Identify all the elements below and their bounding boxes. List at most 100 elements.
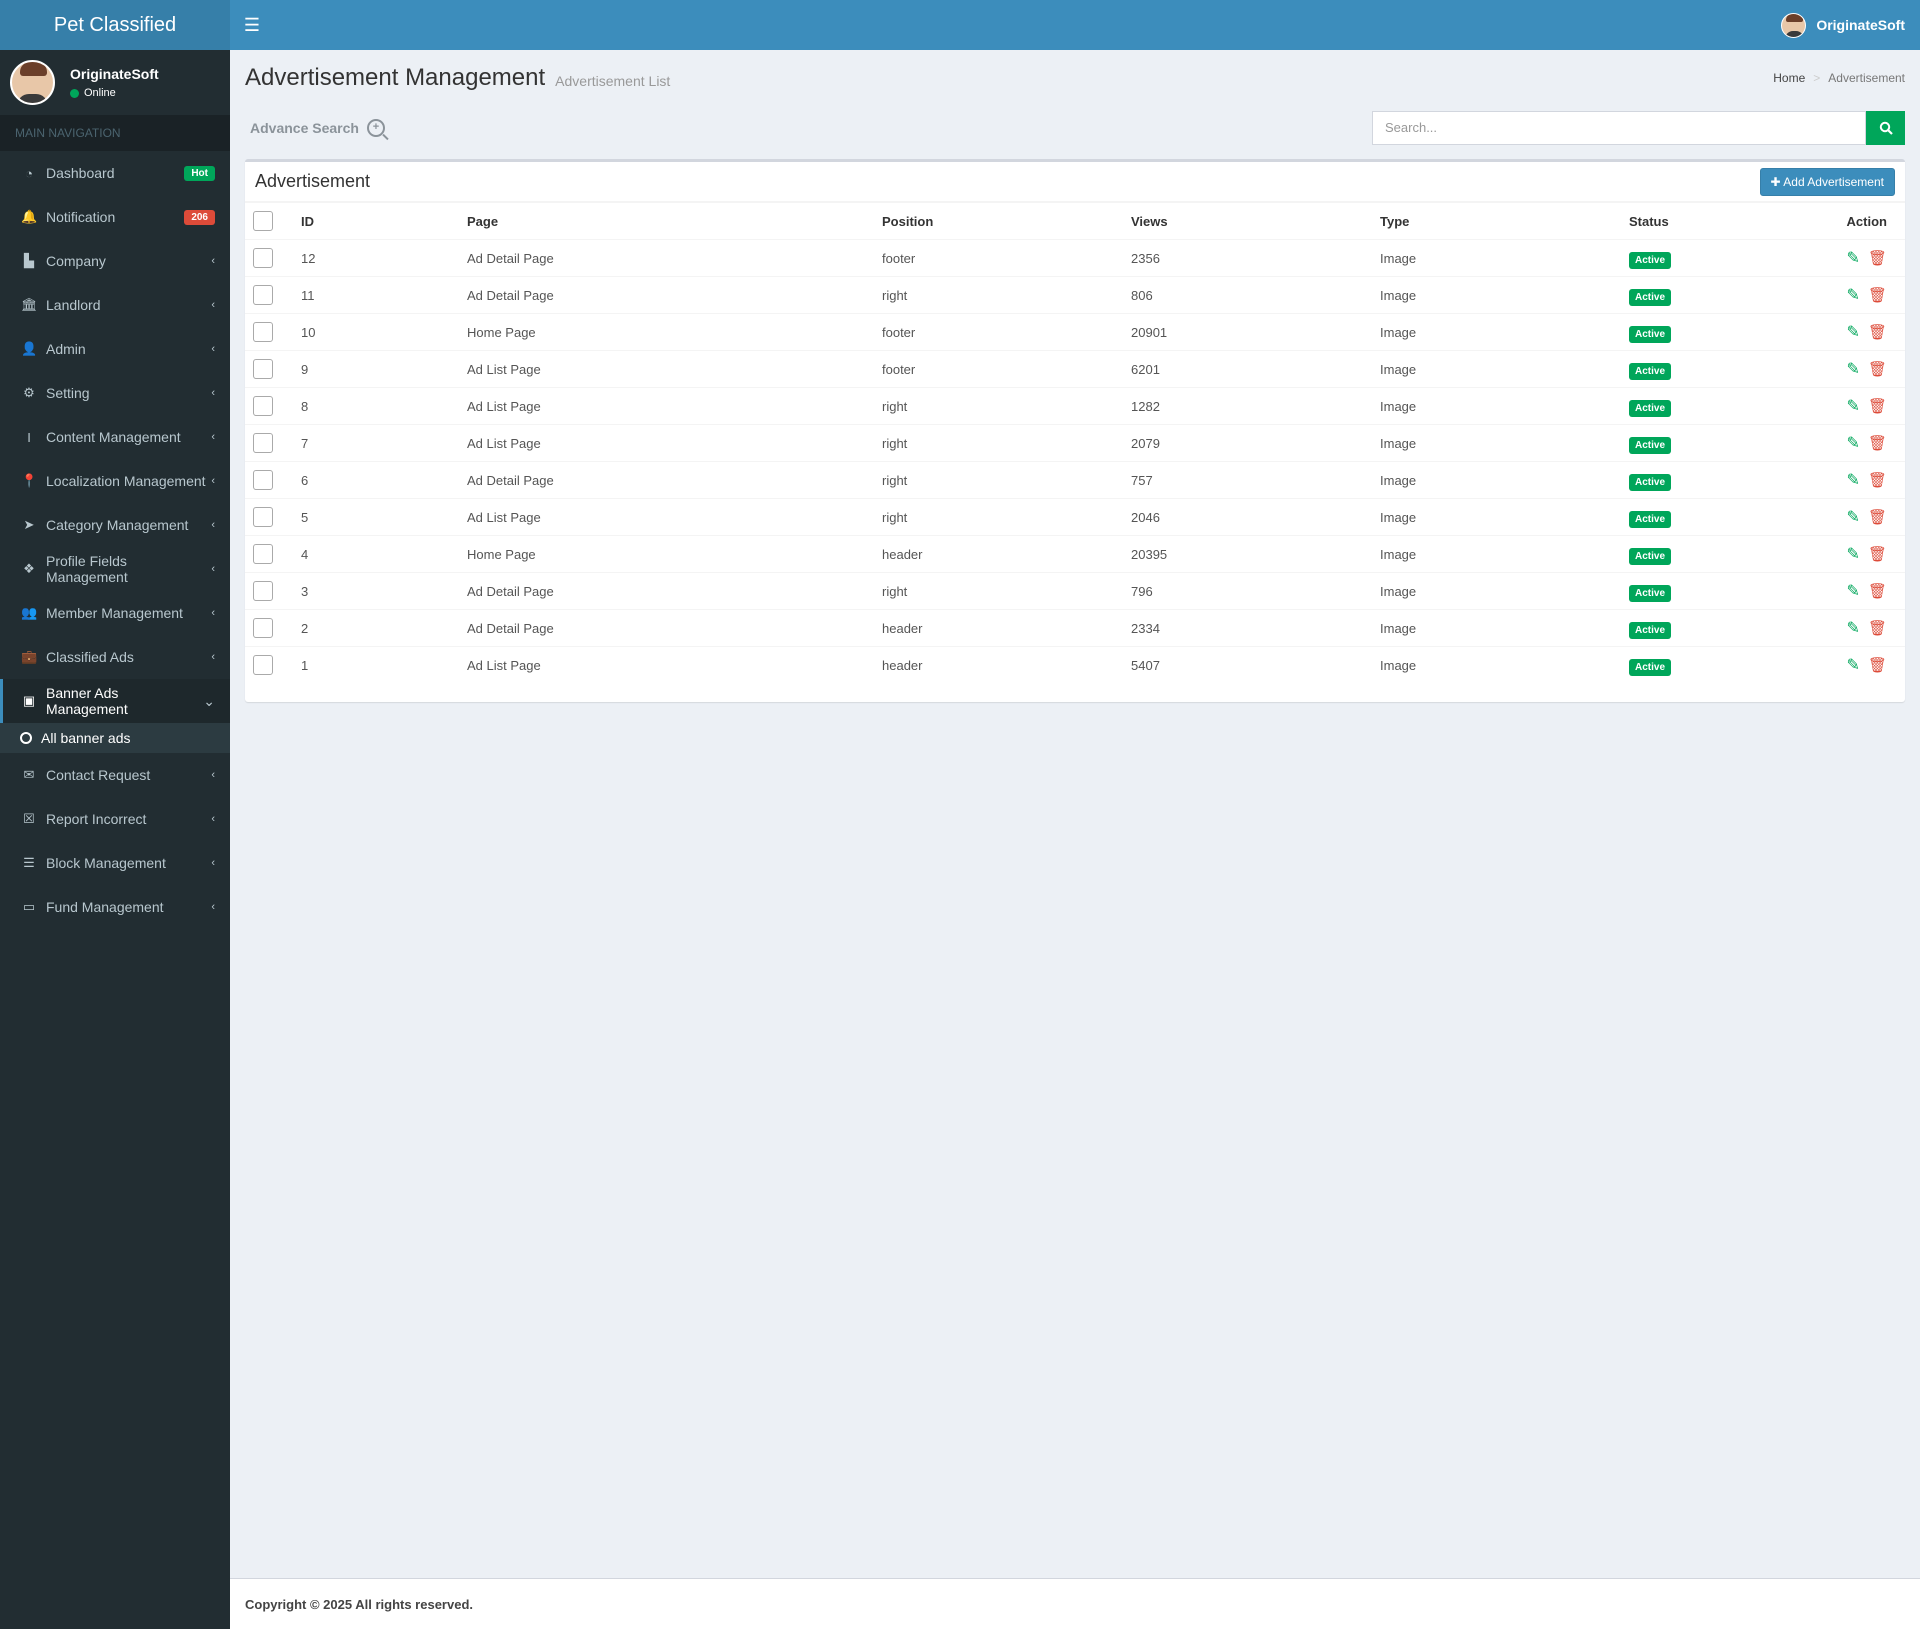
col-position[interactable]: Position — [874, 202, 1123, 240]
sidebar-item-company[interactable]: ▙ Company ‹ — [0, 239, 230, 283]
add-advertisement-button[interactable]: ✚ Add Advertisement — [1759, 167, 1895, 196]
row-select-cell — [245, 276, 293, 314]
cell-views: 796 — [1123, 572, 1372, 610]
edit-icon[interactable]: ✎ — [1847, 509, 1860, 526]
hamburger-icon[interactable]: ☰ — [230, 0, 274, 50]
trash-icon[interactable]: 🗑 — [1868, 583, 1887, 600]
envelope-icon: ✉ — [23, 767, 35, 782]
sidebar-item-notification[interactable]: 🔔 Notification 206 — [0, 195, 230, 239]
col-id[interactable]: ID — [293, 202, 459, 240]
cell-type: Image — [1372, 424, 1621, 462]
search-input[interactable] — [1372, 110, 1866, 145]
cursor-icon: I — [27, 429, 31, 445]
cell-position: right — [874, 461, 1123, 499]
sidebar-item-category-management[interactable]: ➤ Category Management ‹ — [0, 503, 230, 547]
edit-icon[interactable]: ✎ — [1847, 250, 1860, 267]
sidebar-item-profile-fields-management[interactable]: ❖ Profile Fields Management ‹ — [0, 547, 230, 591]
row-checkbox[interactable] — [253, 507, 273, 527]
trash-icon[interactable]: 🗑 — [1868, 435, 1887, 452]
sidebar-item-fund-management[interactable]: ▭ Fund Management ‹ — [0, 885, 230, 929]
row-checkbox[interactable] — [253, 396, 273, 416]
search-box — [1372, 110, 1905, 145]
col-page[interactable]: Page — [459, 202, 874, 240]
edit-icon[interactable]: ✎ — [1847, 324, 1860, 341]
sidebar-item-dashboard[interactable]: ◔ Dashboard Hot — [0, 151, 230, 195]
edit-icon[interactable]: ✎ — [1847, 287, 1860, 304]
row-checkbox[interactable] — [253, 544, 273, 564]
main-content: Advertisement Management Advertisement L… — [245, 50, 1905, 702]
trash-icon[interactable]: 🗑 — [1868, 509, 1887, 526]
chevron-left-icon: ‹ — [211, 387, 215, 399]
advance-search-toggle[interactable]: Advance Search + — [250, 118, 385, 137]
sidebar-item-landlord[interactable]: 🏛 Landlord ‹ — [0, 283, 230, 327]
edit-icon[interactable]: ✎ — [1847, 620, 1860, 637]
cell-position: footer — [874, 239, 1123, 277]
edit-icon[interactable]: ✎ — [1847, 583, 1860, 600]
user-menu[interactable]: OriginateSoft — [1781, 12, 1905, 38]
sidebar: OriginateSoft Online MAIN NAVIGATION ◔ Da… — [0, 50, 230, 1629]
sidebar-item-block-management[interactable]: ☰ Block Management ‹ — [0, 841, 230, 885]
trash-icon[interactable]: 🗑 — [1868, 398, 1887, 415]
select-all-checkbox[interactable] — [253, 211, 273, 231]
row-checkbox[interactable] — [253, 433, 273, 453]
sidebar-subitem-all-banner-ads[interactable]: All banner ads — [0, 723, 230, 753]
edit-icon[interactable]: ✎ — [1847, 361, 1860, 378]
trash-icon[interactable]: 🗑 — [1868, 472, 1887, 489]
edit-icon[interactable]: ✎ — [1847, 398, 1860, 415]
content-header: Advertisement Management Advertisement L… — [245, 50, 1905, 105]
chevron-left-icon: ‹ — [211, 901, 215, 913]
sidebar-item-label: Setting — [46, 385, 90, 401]
breadcrumb-home[interactable]: Home — [1773, 71, 1805, 85]
cell-action: ✎ 🗑 — [1753, 535, 1905, 573]
sidebar-item-member-management[interactable]: 👥 Member Management ‹ — [0, 591, 230, 635]
cell-id: 10 — [293, 313, 459, 351]
search-button[interactable] — [1866, 110, 1905, 145]
edit-icon[interactable]: ✎ — [1847, 472, 1860, 489]
cell-position: right — [874, 498, 1123, 536]
cell-page: Ad List Page — [459, 498, 874, 536]
sidebar-item-content-management[interactable]: I Content Management ‹ — [0, 415, 230, 459]
cell-views: 2046 — [1123, 498, 1372, 536]
trash-icon[interactable]: 🗑 — [1868, 324, 1887, 341]
trash-icon[interactable]: 🗑 — [1868, 250, 1887, 267]
row-select-cell — [245, 572, 293, 610]
status-badge: Online — [70, 87, 159, 99]
sidebar-item-contact-request[interactable]: ✉ Contact Request ‹ — [0, 753, 230, 797]
table-row: 12 Ad Detail Page footer 2356 Image Active ✎ 🗑 — [245, 239, 1905, 277]
row-checkbox[interactable] — [253, 248, 273, 268]
cell-position: right — [874, 424, 1123, 462]
avatar — [1781, 12, 1807, 38]
edit-icon[interactable]: ✎ — [1847, 435, 1860, 452]
sidebar-badge: 206 — [184, 209, 215, 225]
sidebar-item-report-incorrect[interactable]: ☒ Report Incorrect ‹ — [0, 797, 230, 841]
row-checkbox[interactable] — [253, 359, 273, 379]
sidebar-item-localization-management[interactable]: 📍 Localization Management ‹ — [0, 459, 230, 503]
row-select-cell — [245, 461, 293, 499]
trash-icon[interactable]: 🗑 — [1868, 657, 1887, 674]
sidebar-item-classified-ads[interactable]: 💼 Classified Ads ‹ — [0, 635, 230, 679]
row-checkbox[interactable] — [253, 655, 273, 676]
edit-icon[interactable]: ✎ — [1847, 657, 1860, 674]
trash-icon[interactable]: 🗑 — [1868, 361, 1887, 378]
col-views[interactable]: Views — [1123, 202, 1372, 240]
row-checkbox[interactable] — [253, 285, 273, 305]
trash-icon[interactable]: 🗑 — [1868, 546, 1887, 563]
row-checkbox[interactable] — [253, 581, 273, 601]
row-checkbox[interactable] — [253, 470, 273, 490]
sidebar-item-banner-ads-management[interactable]: ▣ Banner Ads Management ⌄ — [0, 679, 230, 723]
sidebar-item-setting[interactable]: ⚙ Setting ‹ — [0, 371, 230, 415]
col-type[interactable]: Type — [1372, 202, 1621, 240]
sidebar-item-admin[interactable]: 👤 Admin ‹ — [0, 327, 230, 371]
cell-status: Active — [1621, 387, 1754, 425]
status-badge: Active — [1629, 547, 1672, 565]
col-status[interactable]: Status — [1621, 202, 1754, 240]
row-checkbox[interactable] — [253, 618, 273, 638]
row-checkbox[interactable] — [253, 322, 273, 342]
edit-icon[interactable]: ✎ — [1847, 546, 1860, 563]
cell-position: footer — [874, 350, 1123, 388]
trash-icon[interactable]: 🗑 — [1868, 620, 1887, 637]
table-row: 6 Ad Detail Page right 757 Image Active ✎ 🗑 — [245, 461, 1905, 499]
trash-icon[interactable]: 🗑 — [1868, 287, 1887, 304]
brand-logo[interactable]: Pet Classified — [0, 0, 230, 50]
cell-views: 2079 — [1123, 424, 1372, 462]
